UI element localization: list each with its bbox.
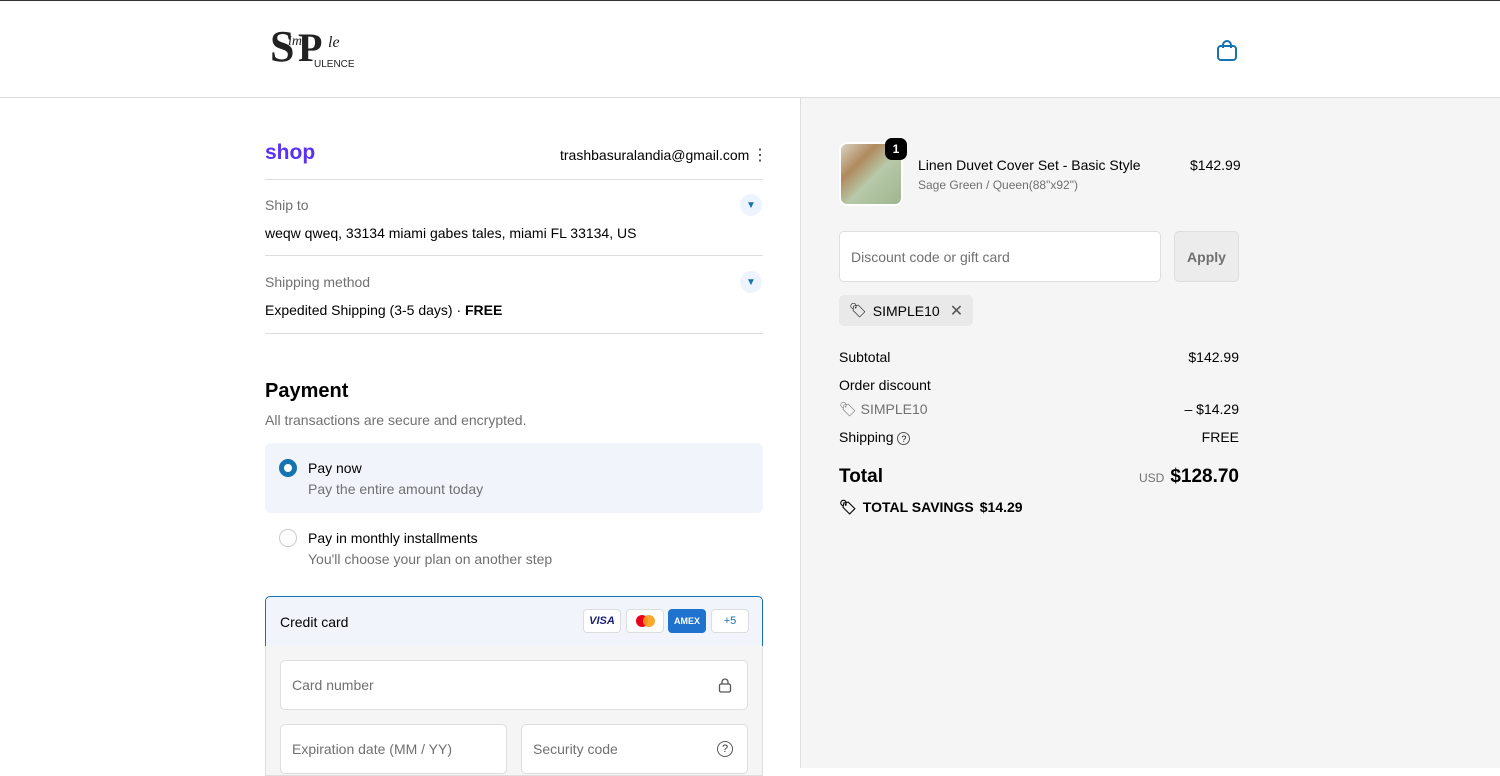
ship-to-label: Ship to (265, 197, 309, 213)
divider (265, 179, 763, 180)
placeholder: Expiration date (MM / YY) (292, 741, 453, 757)
card-fields: Card number Expiration date (MM / YY) Se… (265, 646, 763, 776)
shopping-bag-icon[interactable] (1216, 39, 1238, 61)
header: S im P le ULENCE (0, 0, 1500, 98)
option-subtitle: You'll choose your plan on another step (308, 551, 553, 567)
total-savings-label: TOTAL SAVINGS (862, 499, 974, 515)
product-variant: Sage Green / Queen(88"x92") (918, 178, 1078, 192)
visa-icon: VISA (583, 609, 621, 633)
account-email: trashbasuralandia@gmail.com (560, 147, 750, 163)
applied-discount-tag: 🏷︎ SIMPLE10 ✕ (839, 295, 974, 326)
total-savings-value: $14.29 (979, 499, 1023, 515)
subtotal-value: $142.99 (1188, 349, 1239, 365)
mastercard-icon (626, 609, 664, 633)
product-price: $142.99 (1190, 157, 1241, 173)
credit-card-label: Credit card (280, 614, 349, 630)
placeholder: Discount code or gift card (851, 248, 1010, 265)
option-subtitle: Pay the entire amount today (308, 481, 484, 497)
more-cards-badge: +5 (711, 609, 749, 633)
ship-to-address: weqw qweq, 33134 miami gabes tales, miam… (265, 225, 637, 241)
more-options-icon[interactable]: ⋮ (752, 145, 768, 165)
help-icon[interactable]: ? (717, 741, 733, 757)
discount-code: SIMPLE10 (872, 302, 940, 319)
pay-now-radio[interactable] (279, 459, 297, 477)
subtotal-label: Subtotal (839, 349, 891, 365)
total-value: $128.70 (1170, 466, 1239, 487)
payment-title: Payment (265, 380, 349, 402)
total-label: Total (839, 466, 883, 487)
payment-subtitle: All transactions are secure and encrypte… (265, 412, 527, 428)
chevron-down-icon[interactable]: ▼ (740, 271, 762, 293)
installments-radio[interactable] (279, 529, 297, 547)
discount-code-input[interactable]: Discount code or gift card (839, 231, 1161, 282)
lock-icon (718, 678, 732, 693)
expiration-date-input[interactable]: Expiration date (MM / YY) (280, 724, 507, 774)
savings-tag-icon: 🏷︎ (839, 499, 857, 515)
tag-icon: 🏷︎ (849, 302, 867, 318)
option-title: Pay in monthly installments (308, 530, 478, 546)
shipping-method-value: Expedited Shipping (3-5 days) · (265, 302, 465, 318)
logo[interactable]: S im P le ULENCE (270, 23, 370, 71)
shipping-method-label: Shipping method (265, 274, 371, 290)
apply-button[interactable]: Apply (1174, 231, 1239, 282)
divider (265, 255, 763, 256)
currency: USD (1138, 471, 1165, 485)
product-image: 1 (839, 138, 907, 206)
discount-code-label: SIMPLE10 (860, 401, 928, 417)
card-number-input[interactable]: Card number (280, 660, 748, 710)
shipping-label: Shipping (839, 429, 894, 445)
tag-icon: 🏷︎ (839, 401, 861, 417)
pay-now-option[interactable]: Pay now Pay the entire amount today (265, 443, 763, 513)
quantity-badge: 1 (885, 138, 907, 160)
option-title: Pay now (308, 460, 362, 476)
svg-text:le: le (328, 34, 340, 51)
credit-card-option[interactable]: Credit card VISA AMEX +5 (265, 596, 763, 647)
security-code-input[interactable]: Security code ? (521, 724, 748, 774)
chevron-down-icon[interactable]: ▼ (740, 194, 762, 216)
shop-pay-logo: shop (265, 141, 316, 164)
svg-text:ULENCE: ULENCE (314, 59, 355, 70)
divider (265, 333, 763, 334)
shipping-value: FREE (1201, 429, 1239, 445)
help-icon[interactable]: ? (897, 432, 911, 445)
remove-discount-icon[interactable]: ✕ (950, 301, 963, 321)
order-discount-label: Order discount (839, 377, 931, 393)
placeholder: Security code (533, 741, 618, 757)
shipping-method-price: FREE (465, 302, 503, 318)
product-name: Linen Duvet Cover Set - Basic Style (918, 157, 1141, 173)
amex-icon: AMEX (668, 609, 706, 633)
discount-amount: – $14.29 (1184, 401, 1240, 417)
installments-option[interactable]: Pay in monthly installments You'll choos… (265, 513, 763, 583)
placeholder: Card number (292, 677, 374, 693)
